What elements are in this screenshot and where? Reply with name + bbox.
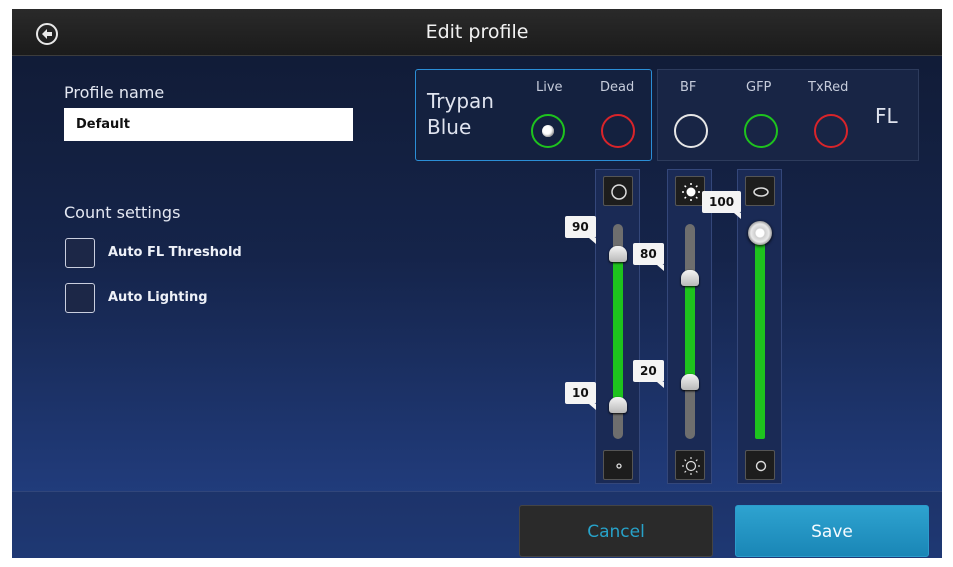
title-bar: Edit profile <box>12 9 942 56</box>
dead-label: Dead <box>600 80 635 95</box>
bf-channel-toggle[interactable] <box>674 114 708 148</box>
gfp-channel-toggle[interactable] <box>744 114 778 148</box>
save-button[interactable]: Save <box>735 505 929 557</box>
threshold-lower-handle[interactable] <box>609 397 627 413</box>
lighting-lower-handle[interactable] <box>681 374 699 390</box>
lighting-upper-value: 80 <box>633 243 664 271</box>
focus-slider-panel <box>737 169 782 484</box>
edit-profile-screen: Edit profile Profile name Count settings… <box>12 9 942 558</box>
circle-button[interactable] <box>745 450 775 480</box>
live-channel-toggle[interactable] <box>531 114 565 148</box>
dim-sun-icon <box>682 457 700 475</box>
threshold-lower-value: 10 <box>565 382 596 410</box>
lighting-track[interactable] <box>685 224 695 439</box>
bf-label: BF <box>680 80 697 95</box>
fl-panel: BF GFP TxRed FL <box>657 69 919 161</box>
profile-name-label: Profile name <box>64 83 165 102</box>
txred-channel-toggle[interactable] <box>814 114 848 148</box>
focus-level-fill <box>755 234 765 439</box>
focus-handle[interactable] <box>748 221 772 245</box>
threshold-slider-panel <box>595 169 640 484</box>
selected-dot-icon <box>542 125 554 137</box>
txred-label: TxRed <box>808 80 849 95</box>
live-label: Live <box>536 80 563 95</box>
bright-sun-icon <box>682 183 700 201</box>
profile-name-input[interactable] <box>64 108 353 141</box>
threshold-range-fill <box>613 254 623 404</box>
circle-icon <box>755 460 767 472</box>
small-circle-icon <box>616 463 622 469</box>
auto-lighting-label: Auto Lighting <box>108 290 208 305</box>
cancel-button[interactable]: Cancel <box>519 505 713 557</box>
ellipse-button[interactable] <box>745 176 775 206</box>
focus-value: 100 <box>702 191 742 219</box>
back-button[interactable] <box>36 23 58 45</box>
large-circle-icon <box>611 184 627 200</box>
lighting-upper-handle[interactable] <box>681 270 699 286</box>
focus-track[interactable] <box>755 234 765 439</box>
back-arrow-icon <box>42 29 52 39</box>
fl-label: FL <box>875 104 898 128</box>
bright-sun-button[interactable] <box>675 176 705 206</box>
threshold-upper-value: 90 <box>565 216 596 244</box>
blue-label: Blue <box>427 115 472 139</box>
lighting-lower-value: 20 <box>633 360 664 388</box>
gfp-label: GFP <box>746 80 772 95</box>
dim-sun-button[interactable] <box>675 450 705 480</box>
ellipse-icon <box>753 187 769 197</box>
count-settings-label: Count settings <box>64 203 181 222</box>
page-title: Edit profile <box>425 21 529 43</box>
dead-channel-toggle[interactable] <box>601 114 635 148</box>
auto-fl-threshold-label: Auto FL Threshold <box>108 245 242 260</box>
lighting-slider-panel <box>667 169 712 484</box>
trypan-label: Trypan <box>427 89 494 113</box>
lighting-range-fill <box>685 278 695 386</box>
auto-fl-threshold-checkbox[interactable] <box>65 238 95 268</box>
trypan-blue-panel: Trypan Blue Live Dead <box>415 69 652 161</box>
auto-lighting-checkbox[interactable] <box>65 283 95 313</box>
large-circle-button[interactable] <box>603 176 633 206</box>
small-circle-button[interactable] <box>603 450 633 480</box>
threshold-upper-handle[interactable] <box>609 246 627 262</box>
